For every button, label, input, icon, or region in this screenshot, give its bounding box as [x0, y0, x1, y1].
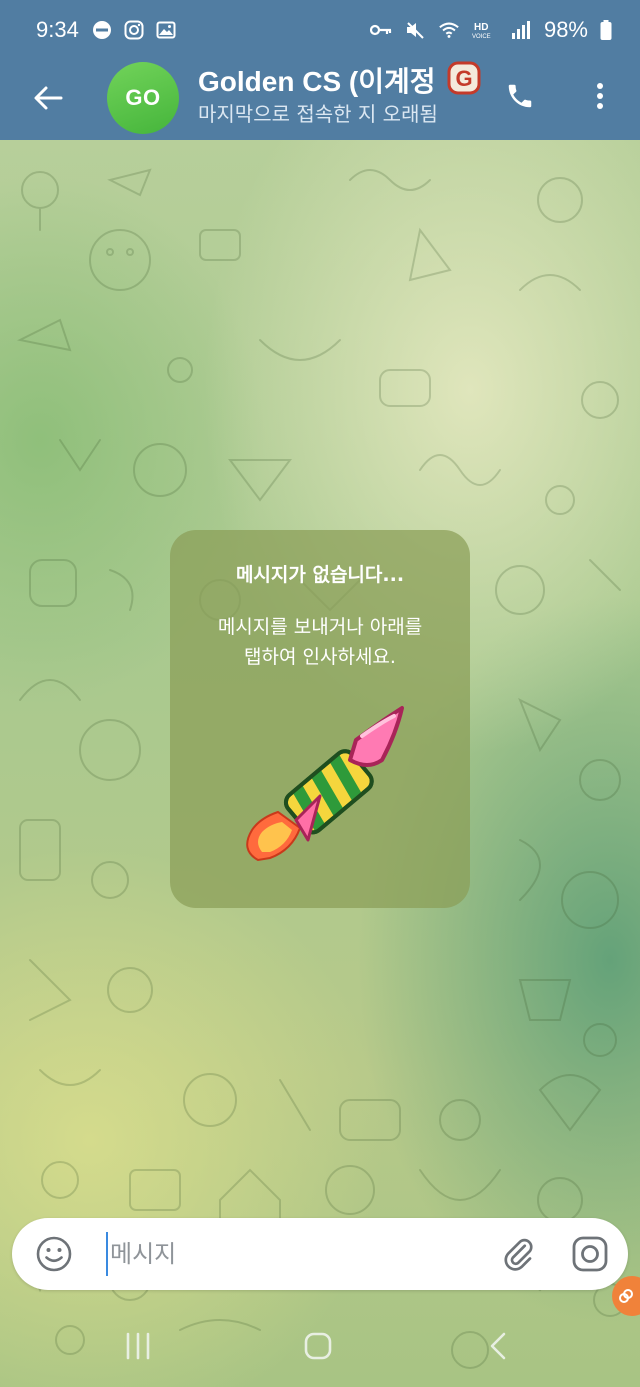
- dnd-icon: [91, 19, 113, 41]
- nav-back-button[interactable]: [470, 1318, 526, 1374]
- chat-title[interactable]: Golden CS (이계정: [198, 60, 488, 100]
- recents-icon: [126, 1332, 150, 1360]
- message-input[interactable]: [106, 1232, 486, 1276]
- smiley-icon: [36, 1236, 72, 1272]
- battery-icon: [600, 19, 612, 41]
- avatar[interactable]: GO: [107, 62, 179, 134]
- home-button[interactable]: [290, 1318, 346, 1374]
- arrow-left-icon: [34, 86, 63, 110]
- empty-chat-description-line1: 메시지를 보내거나 아래를: [217, 616, 423, 638]
- more-vertical-icon: [597, 83, 603, 109]
- phone-icon: [508, 84, 532, 108]
- instagram-icon: [123, 19, 145, 41]
- emoji-button[interactable]: [32, 1232, 76, 1276]
- camera-icon: [572, 1236, 608, 1272]
- key-icon: [369, 19, 392, 41]
- mute-icon: [404, 19, 426, 41]
- g-badge-icon: G: [446, 60, 482, 96]
- paperclip-icon: [504, 1238, 533, 1271]
- chat-header: GO Golden CS (이계정 G 마지막으로 접속한 지 오래됨: [0, 60, 640, 140]
- empty-chat-description-line2: 탭하여 인사하세요.: [244, 646, 396, 668]
- status-bar: 9:34 HD VOICE 98%: [0, 0, 640, 60]
- instagram-camera-button[interactable]: [568, 1232, 612, 1276]
- more-options-button[interactable]: [578, 72, 622, 120]
- call-button[interactable]: [496, 72, 544, 120]
- link-icon: [619, 1289, 633, 1303]
- avatar-initials: GO: [125, 85, 161, 110]
- empty-chat-title: 메시지가 없습니다...: [235, 564, 405, 586]
- message-composer: [12, 1218, 628, 1290]
- system-nav-bar: [0, 1304, 640, 1387]
- wifi-icon: [438, 19, 460, 41]
- gallery-icon: [155, 19, 177, 41]
- home-icon: [304, 1332, 332, 1360]
- back-icon: [490, 1332, 506, 1360]
- signal-icon: [510, 19, 532, 41]
- svg-text:HD: HD: [474, 22, 488, 33]
- empty-chat-card[interactable]: 메시지가 없습니다... 메시지를 보내거나 아래를 탭하여 인사하세요.: [170, 530, 470, 908]
- status-time: 9:34: [36, 17, 79, 42]
- back-button[interactable]: [24, 74, 72, 122]
- svg-text:G: G: [455, 66, 472, 91]
- recents-button[interactable]: [110, 1318, 166, 1374]
- svg-text:VOICE: VOICE: [472, 34, 491, 40]
- attach-button[interactable]: [496, 1232, 540, 1276]
- app-top-bar: 9:34 HD VOICE 98% GO Golden CS (이계정 G 마지…: [0, 0, 640, 140]
- hd-voice-icon: HD VOICE: [472, 19, 498, 41]
- chat-last-seen: 마지막으로 접속한 지 오래됨: [198, 102, 438, 126]
- battery-percent: 98%: [543, 17, 588, 42]
- empty-chat-description: 메시지를 보내거나 아래를 탭하여 인사하세요.: [190, 612, 450, 672]
- rocket-sticker[interactable]: [230, 700, 410, 875]
